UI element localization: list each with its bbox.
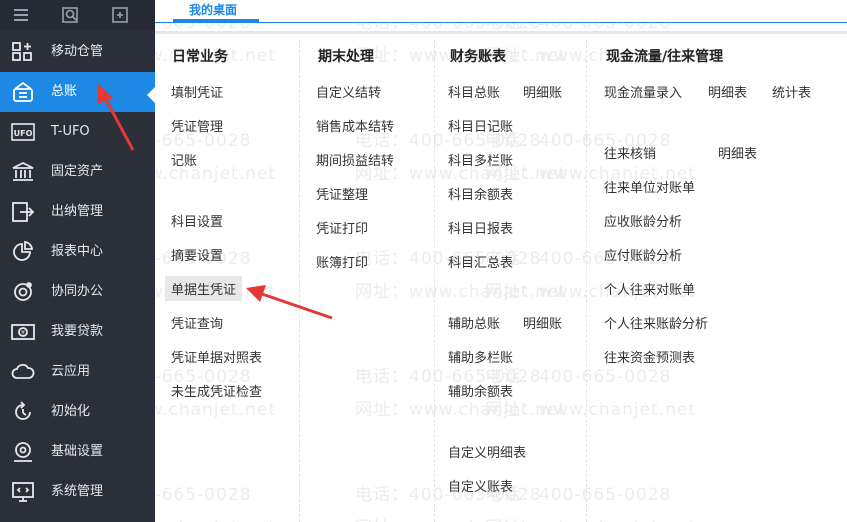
menu-item[interactable]: 销售成本结转 — [316, 116, 394, 135]
menu-item[interactable]: 辅助总账 — [448, 313, 500, 332]
sidebar-item-report-center[interactable]: 报表中心 — [0, 232, 155, 272]
menu-item[interactable]: 明细账 — [523, 82, 562, 101]
sidebar-item-loan[interactable]: ¥ 我要贷款 — [0, 312, 155, 352]
menu-item[interactable]: 填制凭证 — [171, 82, 223, 101]
menu-item[interactable]: 期间损益结转 — [316, 150, 394, 169]
cashier-exit-icon — [11, 201, 35, 223]
annotation-arrow — [246, 285, 333, 320]
watermark-site: 网址：www.chanjet.net — [485, 400, 697, 420]
menu-item[interactable]: 科目余额表 — [448, 184, 513, 203]
menu-item[interactable]: 科目日报表 — [448, 218, 513, 237]
money-icon: ¥ — [11, 321, 35, 343]
menu-item[interactable]: 自定义明细表 — [448, 442, 526, 461]
menu-item[interactable]: 摘要设置 — [171, 245, 223, 264]
sidebar-item-cashier[interactable]: 出纳管理 — [0, 192, 155, 232]
cloud-icon — [11, 361, 35, 383]
menu-item[interactable]: 科目设置 — [171, 211, 223, 230]
system-monitor-icon — [11, 481, 35, 503]
menu-item[interactable]: 往来单位对账单 — [604, 177, 695, 196]
svg-text:¥: ¥ — [21, 330, 25, 337]
sidebar-item-label: 初始化 — [51, 404, 91, 419]
sidebar-item-label: 我要贷款 — [51, 324, 104, 339]
menu-item-highlighted[interactable]: 单据生凭证 — [165, 276, 243, 301]
sidebar-item-label: 云应用 — [51, 364, 91, 379]
settings-icon — [11, 441, 35, 463]
sidebar-item-ledger[interactable]: 总账 — [0, 72, 155, 112]
menu-item[interactable]: 明细账 — [523, 313, 562, 332]
sidebar-item-fixed-assets[interactable]: 固定资产 — [0, 152, 155, 192]
bank-building-icon — [11, 161, 35, 183]
sidebar-item-label: T-UFO — [51, 124, 90, 139]
sidebar-item-initialize[interactable]: 初始化 — [0, 392, 155, 432]
sidebar-item-label: 基础设置 — [51, 444, 104, 459]
sidebar-item-system-admin[interactable]: 系统管理 — [0, 472, 155, 512]
menu-item[interactable]: 往来资金预测表 — [604, 347, 695, 366]
watermark-site: 网址：www.chanjet.net — [355, 282, 567, 302]
mobile-warehouse-icon — [11, 41, 35, 63]
menu-item[interactable]: 个人往来账龄分析 — [604, 313, 708, 332]
sidebar-item-mobile-warehouse[interactable]: 移动仓管 — [0, 32, 155, 72]
watermark-site: 网址：www.chanjet.net — [355, 513, 566, 522]
menu-item[interactable]: 明细表 — [708, 82, 747, 101]
menu-item[interactable]: 科目总账 — [448, 82, 500, 101]
sidebar-item-label: 固定资产 — [51, 164, 104, 179]
active-indicator — [147, 87, 155, 103]
sidebar-item-t-ufo[interactable]: UFO T-UFO — [0, 112, 155, 152]
menu-item[interactable]: 凭证单据对照表 — [171, 347, 262, 366]
pie-chart-icon — [11, 240, 35, 263]
svg-text:UFO: UFO — [14, 129, 33, 138]
menu-item[interactable]: 凭证整理 — [316, 184, 368, 203]
menu-item[interactable]: 科目汇总表 — [448, 252, 513, 271]
column-title-reports: 财务账表 — [450, 49, 506, 65]
menu-item[interactable]: 科目日记账 — [448, 116, 513, 135]
menu-item[interactable]: 应付账龄分析 — [604, 245, 682, 264]
sidebar-item-cloud-apps[interactable]: 云应用 — [0, 352, 155, 392]
menu-item[interactable]: 自定义账表 — [448, 476, 513, 495]
sidebar-item-label: 协同办公 — [51, 284, 104, 299]
menu-item[interactable]: 记账 — [171, 150, 197, 169]
menu-item[interactable]: 账簿打印 — [316, 252, 368, 271]
search-icon[interactable] — [60, 5, 80, 25]
content-top-border — [155, 31, 847, 34]
header-divider — [155, 22, 847, 23]
menu-item[interactable]: 应收账龄分析 — [604, 211, 682, 230]
sidebar-toolbar — [0, 0, 155, 30]
column-divider — [299, 40, 300, 522]
sidebar-item-basic-settings[interactable]: 基础设置 — [0, 432, 155, 472]
menu-item[interactable]: 凭证管理 — [171, 116, 223, 135]
sidebar-item-label: 移动仓管 — [51, 44, 104, 59]
column-title-cashflow: 现金流量/往来管理 — [606, 49, 724, 65]
menu-item[interactable]: 辅助多栏账 — [448, 347, 513, 366]
tab-bar: 我的桌面 — [155, 0, 847, 22]
menu-item[interactable]: 个人往来对账单 — [604, 279, 695, 298]
watermark-site: 网址：www.chanjet.net — [485, 513, 696, 522]
menu-item[interactable]: 凭证查询 — [171, 313, 223, 332]
column-title-period-end: 期末处理 — [318, 49, 374, 65]
menu-icon[interactable] — [11, 5, 31, 25]
menu-item[interactable]: 明细表 — [718, 143, 757, 162]
menu-item[interactable]: 辅助余额表 — [448, 381, 513, 400]
menu-item[interactable]: 凭证打印 — [316, 218, 368, 237]
column-divider — [434, 40, 435, 522]
menu-item[interactable]: 往来核销 — [604, 143, 656, 162]
ufo-report-icon: UFO — [11, 121, 35, 143]
menu-item[interactable]: 统计表 — [772, 82, 811, 101]
refresh-icon — [11, 401, 35, 423]
sidebar: 移动仓管 总账 UFO T-UFO 固定资产 出纳管理 报表中心 协同办公 ¥ … — [0, 0, 155, 522]
sidebar-item-label: 总账 — [51, 84, 78, 99]
sidebar-item-label: 系统管理 — [51, 484, 104, 499]
sidebar-item-collaboration[interactable]: 协同办公 — [0, 272, 155, 312]
column-divider — [586, 40, 587, 522]
sidebar-item-label: 出纳管理 — [51, 204, 104, 219]
menu-item[interactable]: 科目多栏账 — [448, 150, 513, 169]
menu-item[interactable]: 未生成凭证检查 — [171, 381, 262, 400]
collaboration-icon — [11, 281, 35, 303]
add-window-icon[interactable] — [110, 5, 130, 25]
menu-item[interactable]: 现金流量录入 — [604, 82, 682, 101]
column-title-daily: 日常业务 — [172, 49, 228, 65]
ledger-icon — [11, 81, 35, 103]
menu-item[interactable]: 自定义结转 — [316, 82, 381, 101]
sidebar-item-label: 报表中心 — [51, 244, 104, 259]
